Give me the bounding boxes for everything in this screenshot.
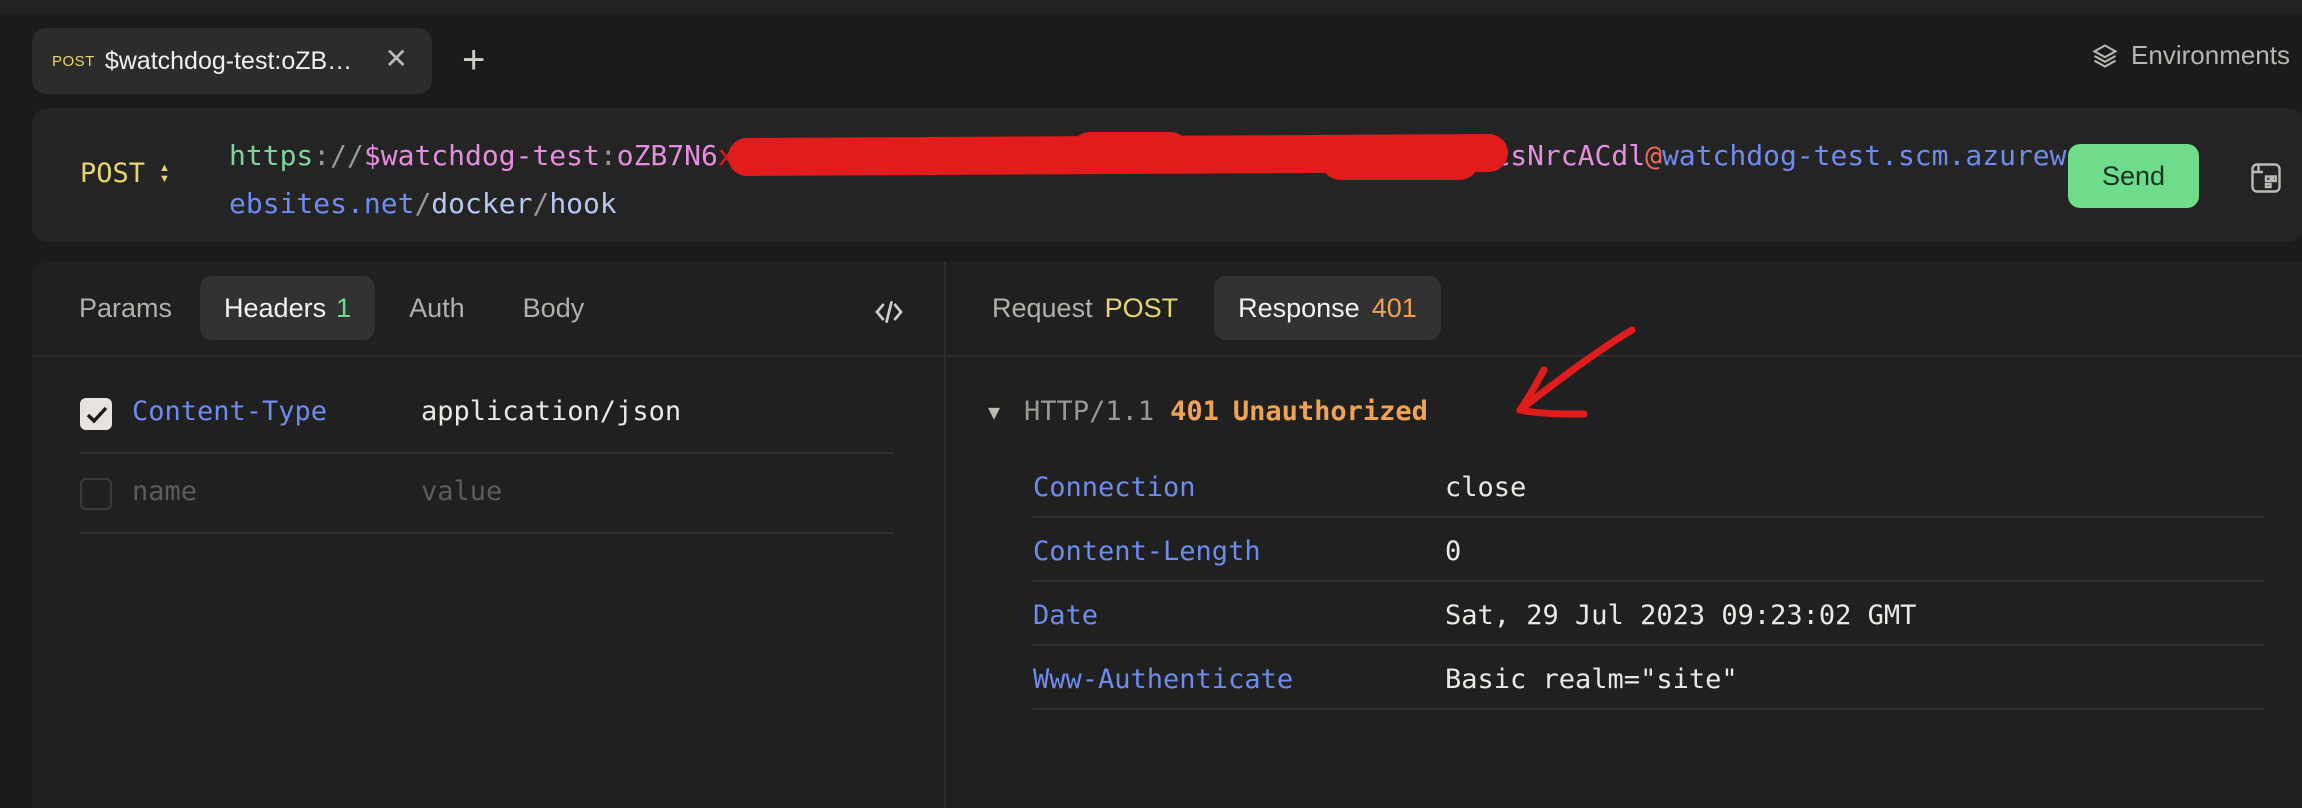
- url-password-start: oZB7N6: [616, 139, 718, 172]
- url-username: $watchdog-test: [363, 139, 600, 172]
- tab-headers-label: Headers: [224, 292, 327, 323]
- url-slash: /: [414, 187, 432, 220]
- header-row: name value: [80, 454, 894, 534]
- url-slash: /: [532, 187, 550, 220]
- response-header-key: Date: [1033, 600, 1099, 631]
- tab-request[interactable]: Request POST: [968, 276, 1202, 340]
- response-protocol: HTTP/1.1: [1024, 396, 1155, 427]
- header-row: Content-Type application/json: [80, 374, 894, 454]
- check-icon: [86, 406, 108, 424]
- response-header-row: Date Sat, 29 Jul 2023 09:23:02 GMT: [1033, 582, 2265, 646]
- response-header-row: Www-Authenticate Basic realm="site": [1033, 646, 2265, 710]
- tab-request-method: POST: [1104, 292, 1179, 323]
- response-tabs: Request POST Response 401: [968, 276, 1441, 340]
- url-password-end: csNrcACdl: [1493, 139, 1646, 172]
- url-scheme: https: [229, 139, 314, 172]
- response-header-value: Basic realm="site": [1445, 664, 1738, 695]
- tab-body[interactable]: Body: [499, 276, 609, 340]
- send-button[interactable]: Send: [2068, 144, 2199, 208]
- response-status-code: 401: [1170, 396, 1219, 427]
- response-status-line[interactable]: ▼ HTTP/1.1 401 Unauthorized: [988, 396, 1428, 427]
- plus-icon[interactable]: +: [462, 40, 485, 80]
- code-icon[interactable]: [873, 296, 905, 328]
- header-value-input[interactable]: application/json: [421, 396, 681, 427]
- tab-response[interactable]: Response 401: [1214, 276, 1441, 340]
- annotation-arrow-icon: [1516, 326, 1636, 418]
- response-header-row: Content-Length 0: [1033, 518, 2265, 582]
- url-path-segment: docker: [431, 187, 533, 220]
- url-colon: :: [599, 139, 617, 172]
- url-at: @: [1645, 139, 1662, 172]
- sort-icon: ▲ ▼: [159, 161, 170, 185]
- tab-params[interactable]: Params: [55, 276, 196, 340]
- header-enabled-checkbox[interactable]: [80, 398, 112, 430]
- url-bar: POST ▲▼ https://$watchdog-test:oZB7N6xxx…: [32, 108, 2302, 242]
- header-key-input[interactable]: name: [132, 476, 197, 507]
- redaction-scribble: [1070, 132, 1190, 172]
- tab-title: $watchdog-test:oZB…: [104, 46, 353, 75]
- url-separator: ://: [313, 139, 364, 172]
- close-icon[interactable]: ✕: [385, 44, 408, 74]
- tab-response-code: 401: [1371, 292, 1417, 323]
- redaction-scribble: [1320, 138, 1480, 180]
- response-status-text: Unauthorized: [1232, 396, 1428, 427]
- response-header-value: 0: [1445, 536, 1462, 567]
- response-header-key: Connection: [1033, 472, 1196, 503]
- tab-headers-count: 1: [336, 292, 352, 323]
- header-enabled-checkbox[interactable]: [80, 478, 112, 510]
- layers-icon: [2092, 43, 2118, 68]
- tab-headers[interactable]: Headers 1: [200, 276, 376, 340]
- request-tab[interactable]: POST $watchdog-test:oZB… ✕: [32, 28, 432, 94]
- header-value-input[interactable]: value: [421, 476, 502, 507]
- window-top-strip: [0, 0, 2302, 14]
- url-path-segment: hook: [549, 187, 617, 220]
- panel-divider: [32, 355, 2302, 357]
- tab-response-label: Response: [1238, 292, 1360, 323]
- tab-method-badge: POST: [52, 52, 95, 70]
- response-header-row: Connection close: [1033, 454, 2265, 518]
- response-header-value: close: [1445, 472, 1527, 503]
- sidebar-toggle-icon[interactable]: [2248, 160, 2284, 196]
- environments-button[interactable]: Environments: [2091, 40, 2290, 71]
- method-label: POST: [80, 158, 146, 189]
- method-select[interactable]: POST ▲ ▼: [80, 158, 170, 189]
- response-header-key: Www-Authenticate: [1033, 664, 1294, 695]
- request-tabs: Params Headers 1 Auth Body: [55, 276, 608, 340]
- response-header-value: Sat, 29 Jul 2023 09:23:02 GMT: [1445, 600, 1917, 631]
- header-key-input[interactable]: Content-Type: [132, 396, 327, 427]
- tab-request-label: Request: [992, 292, 1093, 323]
- request-panel: [32, 262, 944, 808]
- environments-label: Environments: [2131, 40, 2290, 70]
- tab-auth[interactable]: Auth: [385, 276, 489, 340]
- collapse-triangle-icon[interactable]: ▼: [988, 400, 1000, 424]
- response-header-key: Content-Length: [1033, 536, 1261, 567]
